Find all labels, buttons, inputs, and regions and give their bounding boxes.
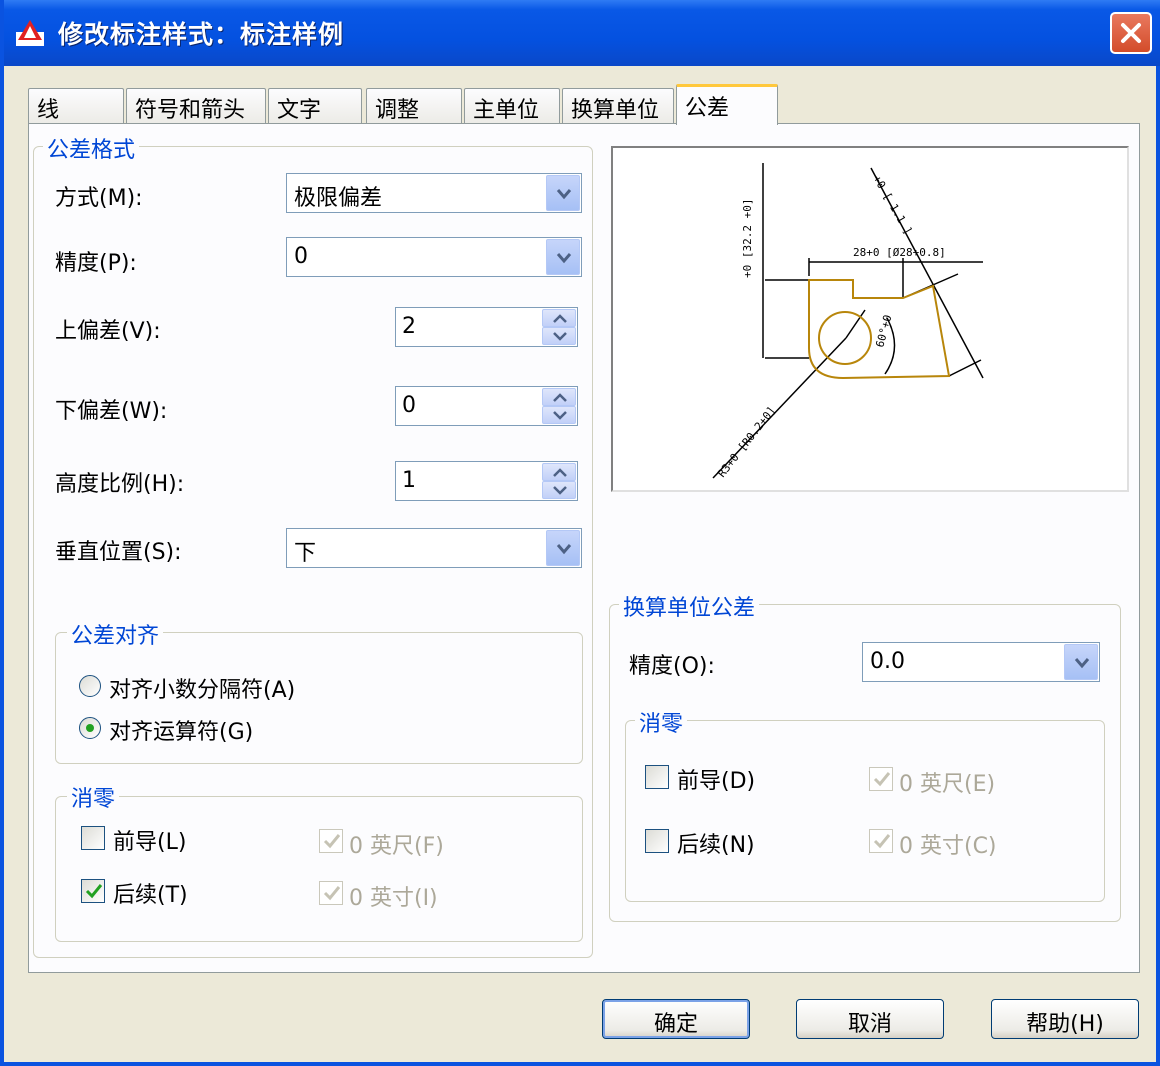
method-value: 极限偏差 <box>294 186 383 211</box>
close-icon <box>1121 23 1141 43</box>
chevron-down-icon <box>556 189 572 200</box>
precision-value: 0 <box>294 244 308 269</box>
zero-feet-label[interactable]: 0 英尺(F) <box>349 828 444 860</box>
lower-deviation-spinner[interactable]: 0 <box>395 386 578 426</box>
alt-trailing-label[interactable]: 后续(N) <box>677 827 755 859</box>
upper-deviation-increment[interactable] <box>542 309 576 327</box>
alt-leading-checkbox[interactable] <box>645 765 669 789</box>
dimension-style-dialog: 修改标注样式：标注样例 线 符号和箭头 文字 调整 主单位 换算单位 公差 公差… <box>0 0 1160 1066</box>
alt-precision-label: 精度(O): <box>629 654 715 679</box>
close-button[interactable] <box>1110 12 1152 54</box>
height-scale-increment[interactable] <box>542 463 576 481</box>
dimension-preview: +0 [32.2 +0] 28+0 [Ø28+0.8] +0 [ 1.1 ] R… <box>611 146 1129 492</box>
vertical-position-dropdown-button[interactable] <box>546 530 580 566</box>
leading-checkbox[interactable] <box>81 826 105 850</box>
alt-precision-select[interactable]: 0.0 <box>862 642 1100 682</box>
alt-trailing-checkbox[interactable] <box>645 829 669 853</box>
alt-zero-suppression-title: 消零 <box>635 706 688 738</box>
chevron-down-icon <box>556 253 572 264</box>
chevron-down-icon <box>1074 658 1090 669</box>
vertical-position-label: 垂直位置(S): <box>55 540 182 565</box>
alt-precision-dropdown-button[interactable] <box>1064 644 1098 680</box>
cancel-button[interactable]: 取消 <box>796 999 944 1039</box>
height-scale-label: 高度比例(H): <box>55 472 185 497</box>
tolerance-format-title: 公差格式 <box>43 132 140 164</box>
alt-zero-feet-checkbox[interactable] <box>869 767 893 791</box>
arrow-up-icon <box>553 393 567 402</box>
checkmark-icon <box>323 886 341 901</box>
arrow-down-icon <box>553 486 567 495</box>
alt-precision-value: 0.0 <box>870 649 905 674</box>
arrow-down-icon <box>553 411 567 420</box>
zero-inches-checkbox[interactable] <box>319 881 343 905</box>
tab-primary-units[interactable]: 主单位 <box>464 88 560 124</box>
alt-unit-tolerance-title: 换算单位公差 <box>619 590 760 622</box>
upper-deviation-decrement[interactable] <box>542 327 576 345</box>
ok-button[interactable]: 确定 <box>602 999 750 1039</box>
zero-inches-label[interactable]: 0 英寸(I) <box>349 880 438 912</box>
alt-leading-label[interactable]: 前导(D) <box>677 763 755 795</box>
align-decimal-label[interactable]: 对齐小数分隔符(A) <box>109 672 295 704</box>
trailing-label[interactable]: 后续(T) <box>113 877 188 909</box>
zero-suppression-group <box>55 796 583 942</box>
precision-dropdown-button[interactable] <box>546 239 580 275</box>
lower-deviation-increment[interactable] <box>542 388 576 406</box>
preview-drawing: +0 [32.2 +0] 28+0 [Ø28+0.8] +0 [ 1.1 ] R… <box>712 163 984 480</box>
svg-text:60°+0: 60°+0 <box>873 313 894 348</box>
checkmark-icon <box>873 834 891 849</box>
arrow-up-icon <box>553 468 567 477</box>
upper-deviation-spinner[interactable]: 2 <box>395 307 578 347</box>
method-label: 方式(M): <box>55 186 143 211</box>
align-operator-label[interactable]: 对齐运算符(G) <box>109 714 253 746</box>
align-decimal-radio[interactable] <box>79 675 101 697</box>
tab-text[interactable]: 文字 <box>268 88 362 124</box>
tab-fit[interactable]: 调整 <box>366 88 462 124</box>
lower-deviation-value: 0 <box>402 393 416 418</box>
help-button[interactable]: 帮助(H) <box>991 999 1139 1039</box>
trailing-checkbox[interactable] <box>81 879 105 903</box>
height-scale-decrement[interactable] <box>542 481 576 499</box>
method-dropdown-button[interactable] <box>546 175 580 211</box>
zero-suppression-title: 消零 <box>67 781 120 813</box>
alt-zero-inches-checkbox[interactable] <box>869 829 893 853</box>
leading-label[interactable]: 前导(L) <box>113 824 186 856</box>
alt-zero-feet-label[interactable]: 0 英尺(E) <box>899 766 995 798</box>
lower-deviation-decrement[interactable] <box>542 406 576 424</box>
lower-deviation-label: 下偏差(W): <box>55 399 168 424</box>
upper-deviation-value: 2 <box>402 314 416 339</box>
svg-text:R3+0 [R0.2+0]: R3+0 [R0.2+0] <box>715 404 778 480</box>
tab-alternate-units[interactable]: 换算单位 <box>562 88 674 124</box>
svg-text:28+0 [Ø28+0.8]: 28+0 [Ø28+0.8] <box>853 246 946 259</box>
alt-zero-inches-label[interactable]: 0 英寸(C) <box>899 828 997 860</box>
tab-panel-tolerances: 公差格式 方式(M): 极限偏差 精度(P): 0 上偏差(V): 2 下偏差(… <box>28 123 1140 973</box>
svg-text:+0 [ 1.1 ]: +0 [ 1.1 ] <box>870 173 914 237</box>
vertical-position-select[interactable]: 下 <box>286 528 582 568</box>
upper-deviation-label: 上偏差(V): <box>55 319 161 344</box>
tab-lines[interactable]: 线 <box>28 88 124 124</box>
tab-tolerances[interactable]: 公差 <box>676 84 778 125</box>
vertical-position-value: 下 <box>294 541 317 566</box>
align-operator-radio[interactable] <box>79 717 101 739</box>
height-scale-spinner[interactable]: 1 <box>395 461 578 501</box>
checkmark-icon <box>85 884 103 899</box>
window-title: 修改标注样式：标注样例 <box>58 20 345 49</box>
tab-symbols-arrows[interactable]: 符号和箭头 <box>126 88 266 124</box>
checkmark-icon <box>323 834 341 849</box>
title-bar[interactable]: 修改标注样式：标注样例 <box>4 0 1160 66</box>
tolerance-alignment-title: 公差对齐 <box>67 618 164 650</box>
svg-text:+0 [32.2 +0]: +0 [32.2 +0] <box>741 199 754 278</box>
height-scale-value: 1 <box>402 468 416 493</box>
checkmark-icon <box>873 772 891 787</box>
alt-zero-suppression-group <box>625 720 1105 902</box>
arrow-down-icon <box>553 332 567 341</box>
precision-select[interactable]: 0 <box>286 237 582 277</box>
precision-label: 精度(P): <box>55 251 137 276</box>
chevron-down-icon <box>556 544 572 555</box>
autocad-app-icon <box>16 20 44 46</box>
method-select[interactable]: 极限偏差 <box>286 173 582 213</box>
zero-feet-checkbox[interactable] <box>319 829 343 853</box>
arrow-up-icon <box>553 314 567 323</box>
